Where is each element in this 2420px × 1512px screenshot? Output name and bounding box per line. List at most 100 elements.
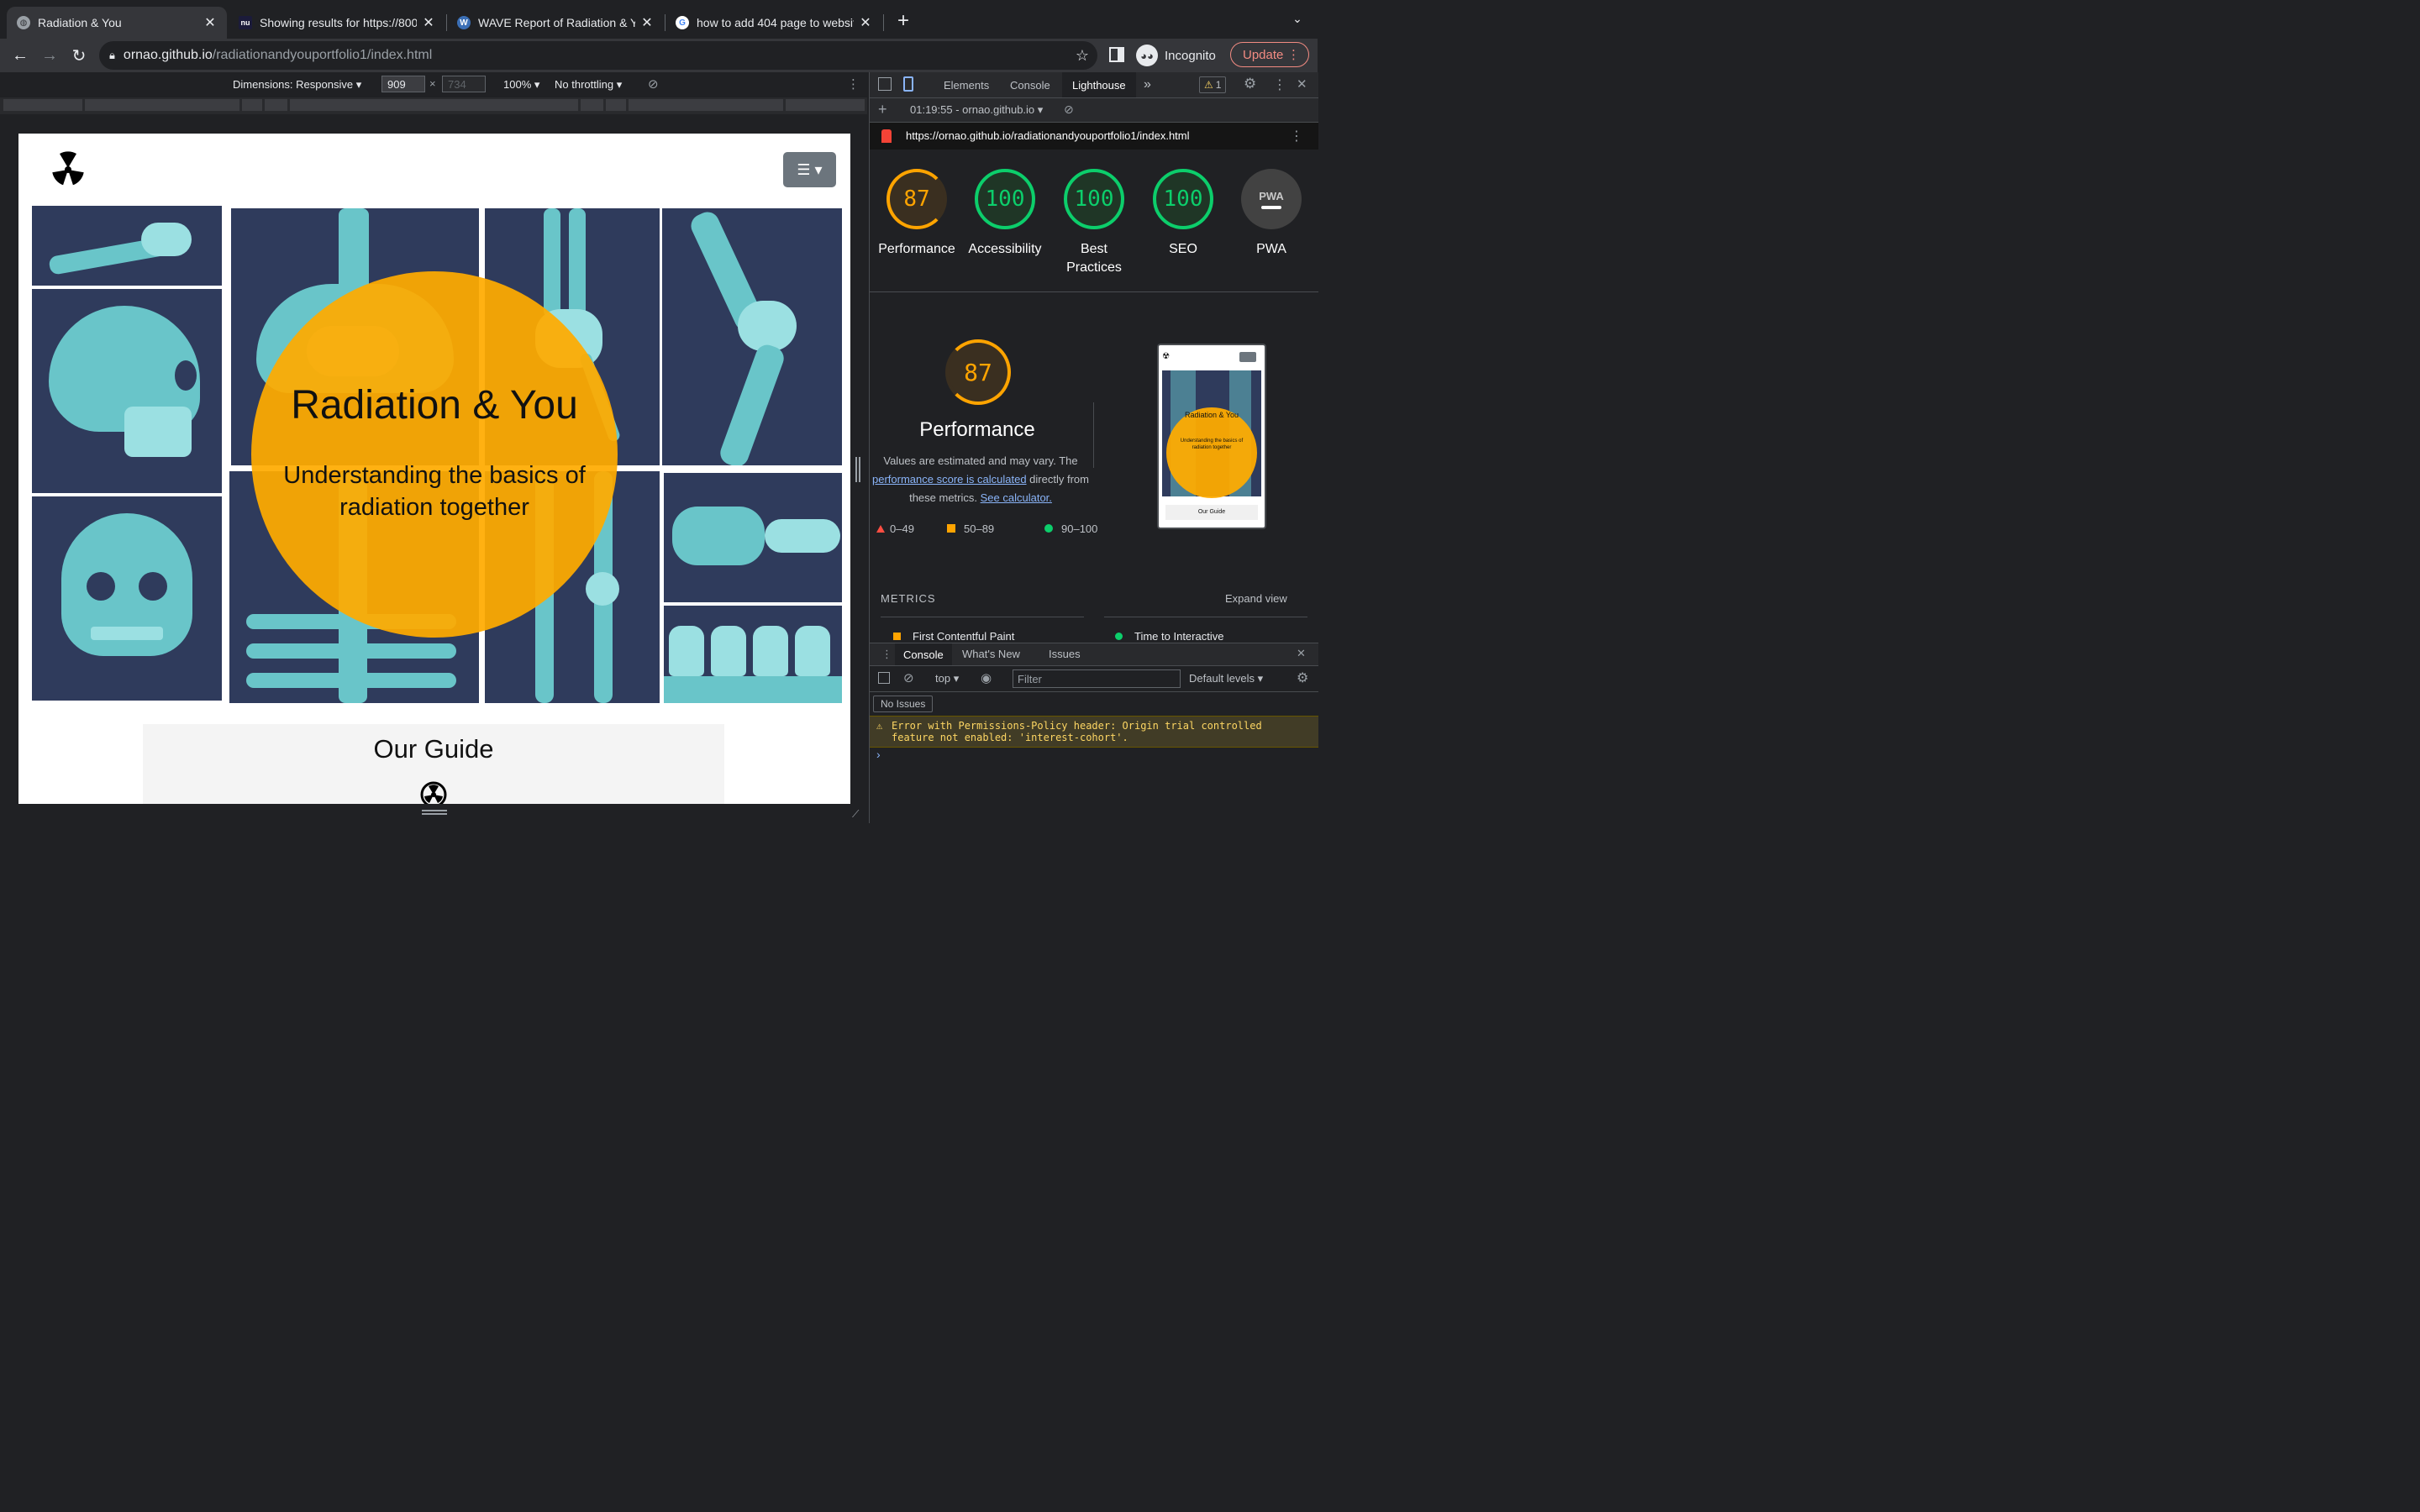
- gauge-label-best-practices: Best Practices: [1066, 242, 1122, 275]
- drawer-tab-whats-new[interactable]: What's New: [962, 648, 1020, 660]
- ruler-segment[interactable]: [629, 99, 783, 111]
- close-tab-icon[interactable]: ✕: [640, 14, 654, 31]
- tab-console[interactable]: Console: [1010, 72, 1050, 97]
- legend-fail: 0–49: [876, 522, 914, 535]
- console-settings-icon[interactable]: ⚙: [1297, 669, 1308, 686]
- hero-title: Radiation & You: [291, 383, 578, 428]
- resize-corner-icon[interactable]: ⟋: [852, 808, 864, 820]
- pwa-badge-icon: PWA: [1241, 169, 1302, 229]
- tab-elements[interactable]: Elements: [944, 72, 989, 97]
- devtools-menu-icon[interactable]: ⋮: [1273, 76, 1286, 93]
- issues-counter[interactable]: ⚠ 1: [1199, 76, 1227, 93]
- tab-radiation-and-you[interactable]: ◍ Radiation & You ✕: [7, 7, 227, 39]
- green-circle-icon: [1044, 524, 1053, 533]
- close-drawer-icon[interactable]: ✕: [1297, 647, 1306, 660]
- close-tab-icon[interactable]: ✕: [203, 14, 217, 31]
- gauge-pwa[interactable]: PWA: [1241, 169, 1302, 229]
- clear-reports-icon[interactable]: ⊘: [1064, 102, 1074, 117]
- report-url[interactable]: https://ornao.github.io/radiationandyoup…: [906, 129, 1190, 142]
- ruler-segment[interactable]: [265, 99, 287, 111]
- resize-handle-right[interactable]: [855, 457, 860, 482]
- close-devtools-icon[interactable]: ✕: [1297, 76, 1307, 92]
- gauge-seo[interactable]: 100: [1153, 169, 1213, 229]
- ruler-segment[interactable]: [786, 99, 865, 111]
- ruler-segment[interactable]: [85, 99, 239, 111]
- bookmark-star-icon[interactable]: ☆: [1076, 47, 1089, 65]
- console-prompt[interactable]: ›: [876, 748, 881, 761]
- back-arrow-icon[interactable]: ←: [8, 44, 32, 67]
- legend-pass: 90–100: [1044, 522, 1097, 535]
- expand-view-toggle[interactable]: Expand view: [1225, 592, 1287, 605]
- drawer-tab-issues[interactable]: Issues: [1049, 648, 1081, 660]
- tab-search-chevron-icon[interactable]: ⌄: [1289, 12, 1306, 29]
- ruler-segment[interactable]: [242, 99, 262, 111]
- width-input[interactable]: 909: [381, 76, 425, 92]
- ruler-segment[interactable]: [581, 99, 603, 111]
- ruler-segment[interactable]: [290, 99, 578, 111]
- xray-skull-side-image: [30, 287, 224, 495]
- new-report-icon[interactable]: +: [878, 101, 887, 118]
- tab-google-search[interactable]: G how to add 404 page to websit ✕: [666, 7, 882, 39]
- media-query-ruler[interactable]: [0, 97, 867, 114]
- report-menu-icon[interactable]: ⋮: [1290, 128, 1303, 144]
- xray-collage-mini: Radiation & You Understanding the basics…: [1162, 370, 1261, 498]
- lighthouse-icon: [881, 129, 892, 143]
- live-expression-eye-icon[interactable]: ◉: [981, 670, 992, 685]
- drawer-tab-console[interactable]: Console: [895, 643, 952, 665]
- console-filter-input[interactable]: Filter: [1013, 669, 1181, 688]
- height-input[interactable]: 734: [442, 76, 486, 92]
- dimensions-select[interactable]: Dimensions: Responsive ▾: [233, 78, 361, 92]
- divider: [1093, 402, 1094, 468]
- incognito-profile[interactable]: ◕◕ Incognito: [1136, 43, 1216, 68]
- context-select[interactable]: top ▾: [935, 672, 959, 685]
- score-calculated-link[interactable]: performance score is calculated: [872, 473, 1027, 486]
- gauge-label-performance: Performance: [878, 242, 955, 256]
- see-calculator-link[interactable]: See calculator.: [981, 491, 1052, 504]
- update-button[interactable]: Update ⋮: [1230, 42, 1309, 67]
- tab-separator: [883, 14, 884, 31]
- clear-console-icon[interactable]: ⊘: [903, 670, 914, 685]
- close-tab-icon[interactable]: ✕: [859, 14, 872, 31]
- more-options-icon[interactable]: ⋮: [847, 76, 860, 92]
- address-bar[interactable]: 🔒︎ ornao.github.io/radiationandyouportfo…: [99, 41, 1097, 70]
- device-toolbar: Dimensions: Responsive ▾ 909 × 734 100% …: [0, 72, 867, 97]
- radiation-logo-icon[interactable]: [49, 150, 87, 187]
- ruler-segment[interactable]: [3, 99, 82, 111]
- report-selector[interactable]: 01:19:55 - ornao.github.io ▾: [910, 103, 1043, 117]
- zoom-select[interactable]: 100% ▾: [503, 78, 539, 92]
- drawer-menu-icon[interactable]: ⋮: [881, 648, 892, 661]
- settings-gear-icon[interactable]: ⚙: [1244, 76, 1256, 92]
- nav-menu-toggle-button[interactable]: ☰ ▾: [783, 152, 836, 187]
- no-issues-badge[interactable]: No Issues: [873, 696, 934, 712]
- gauge-best-practices[interactable]: 100: [1064, 169, 1124, 229]
- drawer-tab-bar: ⋮ Console What's New Issues ✕: [870, 643, 1318, 666]
- tab-lighthouse[interactable]: Lighthouse: [1062, 72, 1136, 97]
- tab-search-results[interactable]: nu Showing results for https://800 ✕: [229, 7, 445, 39]
- device-toggle-icon[interactable]: [903, 76, 913, 92]
- throttling-select[interactable]: No throttling ▾: [555, 78, 622, 92]
- page-screenshot-thumbnail[interactable]: ☢ Radiation & You Understanding the basi…: [1157, 344, 1266, 529]
- gauge-ring: 100: [1153, 169, 1213, 229]
- gauge-accessibility[interactable]: 100: [975, 169, 1035, 229]
- ruler-segment[interactable]: [606, 99, 626, 111]
- nu-validator-icon: nu: [239, 16, 252, 29]
- sidebar-toggle-icon[interactable]: [878, 672, 890, 684]
- globe-icon: ◍: [17, 16, 30, 29]
- close-tab-icon[interactable]: ✕: [422, 14, 435, 31]
- console-warning-message[interactable]: ⚠ Error with Permissions-Policy header: …: [870, 716, 1318, 748]
- tab-wave-report[interactable]: W WAVE Report of Radiation & Yo ✕: [447, 7, 664, 39]
- hero-subtitle: Understanding the basics of radiation to…: [283, 462, 586, 521]
- reload-icon[interactable]: ↻: [67, 44, 91, 67]
- rotate-icon[interactable]: ⊘: [648, 76, 659, 92]
- forward-arrow-icon[interactable]: →: [38, 44, 61, 67]
- more-tabs-icon[interactable]: »: [1144, 72, 1151, 97]
- metrics-header: METRICS: [881, 592, 936, 605]
- side-panel-icon[interactable]: [1109, 47, 1124, 62]
- gauge-performance[interactable]: 87: [886, 169, 947, 229]
- inspect-element-icon[interactable]: [878, 77, 892, 91]
- red-triangle-icon: [876, 525, 885, 533]
- new-tab-icon[interactable]: +: [892, 10, 914, 32]
- thumbnail-title: Radiation & You: [1184, 411, 1239, 419]
- log-levels-select[interactable]: Default levels ▾: [1189, 672, 1263, 685]
- resize-handle-bottom[interactable]: [422, 810, 447, 815]
